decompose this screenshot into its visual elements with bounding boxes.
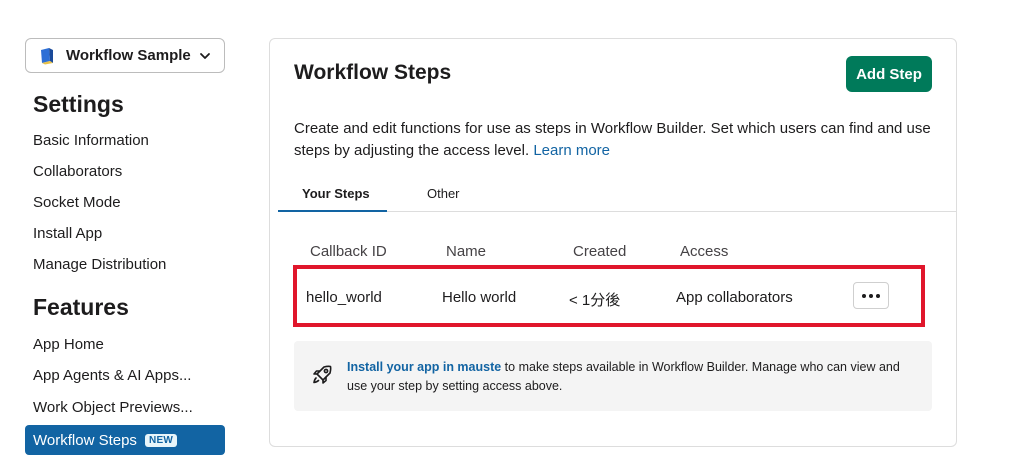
- chevron-down-icon: [198, 49, 212, 63]
- column-header-access: Access: [680, 243, 729, 260]
- cell-name: Hello world: [442, 289, 517, 306]
- page-description: Create and edit functions for use as ste…: [294, 118, 934, 162]
- new-badge: NEW: [144, 433, 178, 447]
- learn-more-link[interactable]: Learn more: [533, 142, 610, 159]
- cell-callback-id: hello_world: [306, 289, 382, 306]
- sidebar-item-app-home[interactable]: App Home: [33, 336, 104, 353]
- sidebar-item-workflow-steps[interactable]: Workflow Steps NEW: [25, 425, 225, 455]
- tab-other[interactable]: Other: [427, 186, 460, 201]
- app-name: Workflow Sample: [66, 47, 191, 64]
- workflow-steps-card: Workflow Steps Add Step Create and edit …: [269, 38, 957, 447]
- cell-created: < 1分後: [569, 292, 621, 309]
- column-header-callback-id: Callback ID: [310, 243, 387, 260]
- column-header-name: Name: [446, 243, 487, 260]
- sidebar-item-install-app[interactable]: Install App: [33, 225, 102, 242]
- install-app-link[interactable]: Install your app in mauste: [347, 360, 501, 374]
- column-header-created: Created: [573, 243, 627, 260]
- sidebar-item-work-object-previews[interactable]: Work Object Previews...: [33, 399, 193, 416]
- app-selector[interactable]: Workflow Sample: [25, 38, 225, 73]
- sidebar-item-collaborators[interactable]: Collaborators: [33, 163, 122, 180]
- tab-your-steps[interactable]: Your Steps: [302, 186, 370, 201]
- sidebar-item-manage-distribution[interactable]: Manage Distribution: [33, 256, 166, 273]
- sidebar-item-basic-information[interactable]: Basic Information: [33, 132, 149, 149]
- app-book-icon: [38, 47, 56, 65]
- page-title: Workflow Steps: [294, 61, 452, 84]
- row-more-actions-button[interactable]: [853, 282, 889, 309]
- more-dots-icon: [869, 293, 873, 298]
- add-step-button[interactable]: Add Step: [846, 56, 932, 92]
- more-dots-icon: [876, 293, 880, 298]
- description-text: Create and edit functions for use as ste…: [294, 120, 931, 159]
- tab-bar: Your Steps Other: [278, 176, 956, 212]
- settings-heading: Settings: [33, 91, 124, 117]
- more-dots-icon: [862, 293, 866, 298]
- sidebar-item-socket-mode[interactable]: Socket Mode: [33, 194, 121, 211]
- install-info-text: Install your app in mauste to make steps…: [347, 358, 917, 396]
- features-heading: Features: [33, 294, 129, 320]
- sidebar-item-label: Workflow Steps: [33, 431, 137, 449]
- rocket-icon: [310, 363, 334, 387]
- active-tab-indicator: [278, 210, 387, 212]
- sidebar-item-app-agents[interactable]: App Agents & AI Apps...: [33, 367, 191, 384]
- install-info-banner: Install your app in mauste to make steps…: [294, 341, 932, 411]
- cell-access: App collaborators: [676, 289, 793, 306]
